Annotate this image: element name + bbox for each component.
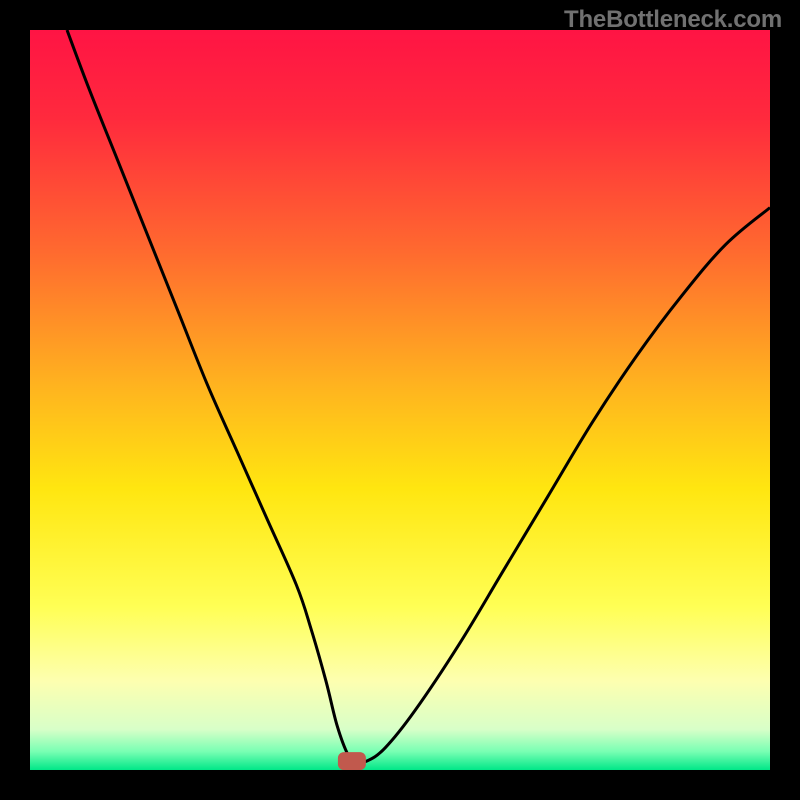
gradient-background bbox=[30, 30, 770, 770]
chart-container: TheBottleneck.com bbox=[0, 0, 800, 800]
optimal-marker bbox=[338, 752, 366, 770]
bottleneck-chart bbox=[30, 30, 770, 770]
